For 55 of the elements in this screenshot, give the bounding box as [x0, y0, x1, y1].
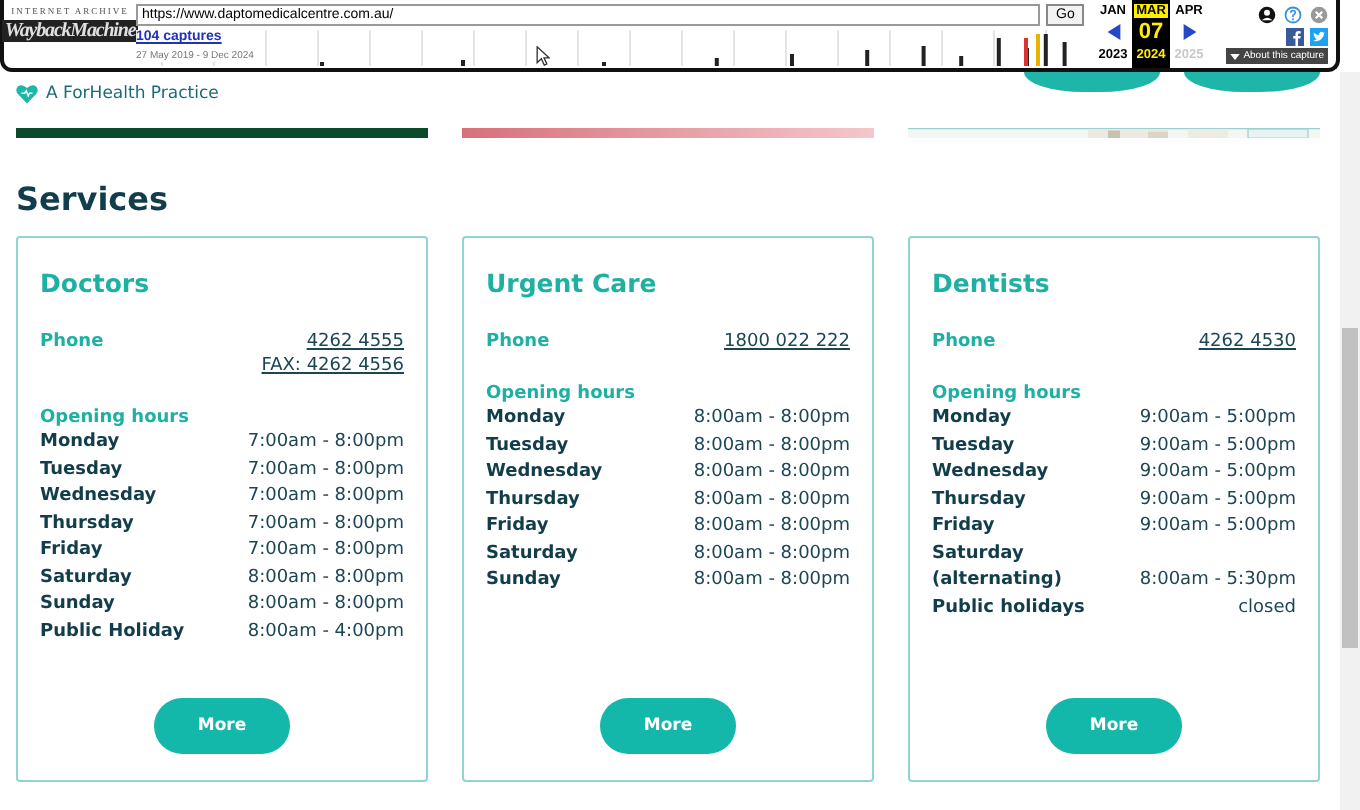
opening-time: 8:00am - 4:00pm — [247, 619, 404, 645]
opening-time: 9:00am - 5:00pm — [1139, 514, 1296, 540]
opening-time: 8:00am - 5:30pm — [1139, 568, 1296, 594]
opening-time: 8:00am - 8:00pm — [247, 592, 404, 618]
opening-time: 7:00am - 8:00pm — [247, 457, 404, 483]
opening-time: 9:00am - 5:00pm — [1139, 433, 1296, 459]
opening-time: 8:00am - 8:00pm — [693, 460, 850, 486]
section-heading: Services — [16, 180, 171, 218]
opening-time: 9:00am - 5:00pm — [1139, 406, 1296, 432]
opening-time: closed — [1238, 595, 1296, 621]
card-title: Urgent Care — [486, 268, 659, 298]
day-name: Thursday — [486, 487, 580, 513]
hours-label: Opening hours — [932, 384, 1083, 404]
hours-label: Opening hours — [486, 384, 637, 404]
opening-time: 9:00am - 5:00pm — [1139, 460, 1296, 486]
phone-label: Phone — [932, 332, 996, 352]
day-name: Wednesday — [932, 460, 1049, 486]
day-name: Public Holiday — [40, 619, 185, 645]
day-name: Thursday — [40, 511, 134, 537]
day-name: Thursday — [932, 487, 1026, 513]
day-name: Tuesday — [40, 457, 123, 483]
opening-time: 7:00am - 8:00pm — [247, 430, 404, 456]
day-label: 07 — [1138, 18, 1164, 46]
phone-label: Phone — [40, 332, 104, 356]
day-name: Friday — [932, 514, 995, 540]
opening-time: 8:00am - 8:00pm — [693, 433, 850, 459]
day-name: Saturday — [40, 565, 132, 591]
day-name: Monday — [932, 406, 1012, 432]
day-name: Sunday — [486, 568, 561, 594]
opening-time: 8:00am - 8:00pm — [693, 406, 850, 432]
day-name: Friday — [486, 514, 549, 540]
day-name: Monday — [486, 406, 566, 432]
opening-time: 8:00am - 8:00pm — [693, 487, 850, 513]
day-name: Wednesday — [40, 484, 157, 510]
opening-time: 7:00am - 8:00pm — [247, 511, 404, 537]
day-name: Saturday (alternating) — [932, 541, 1064, 594]
opening-time: 8:00am - 8:00pm — [693, 568, 850, 594]
day-name: Saturday — [486, 541, 578, 567]
opening-time: 7:00am - 8:00pm — [247, 484, 404, 510]
card-title: Doctors — [40, 268, 152, 298]
opening-time: 7:00am - 8:00pm — [247, 538, 404, 564]
card-title: Dentists — [932, 268, 1052, 298]
day-name: Friday — [40, 538, 103, 564]
day-name: Tuesday — [486, 433, 569, 459]
opening-time: 8:00am - 8:00pm — [247, 565, 404, 591]
phone-label: Phone — [486, 332, 550, 352]
day-name: Public holidays — [932, 595, 1085, 621]
opening-time: 8:00am - 8:00pm — [693, 541, 850, 567]
opening-time: 9:00am - 5:00pm — [1139, 487, 1296, 513]
hours-label: Opening hours — [40, 408, 191, 428]
day-name: Sunday — [40, 592, 115, 618]
day-name: Tuesday — [932, 433, 1015, 459]
day-name: Wednesday — [486, 460, 603, 486]
opening-time: 8:00am - 8:00pm — [693, 514, 850, 540]
day-name: Monday — [40, 430, 120, 456]
